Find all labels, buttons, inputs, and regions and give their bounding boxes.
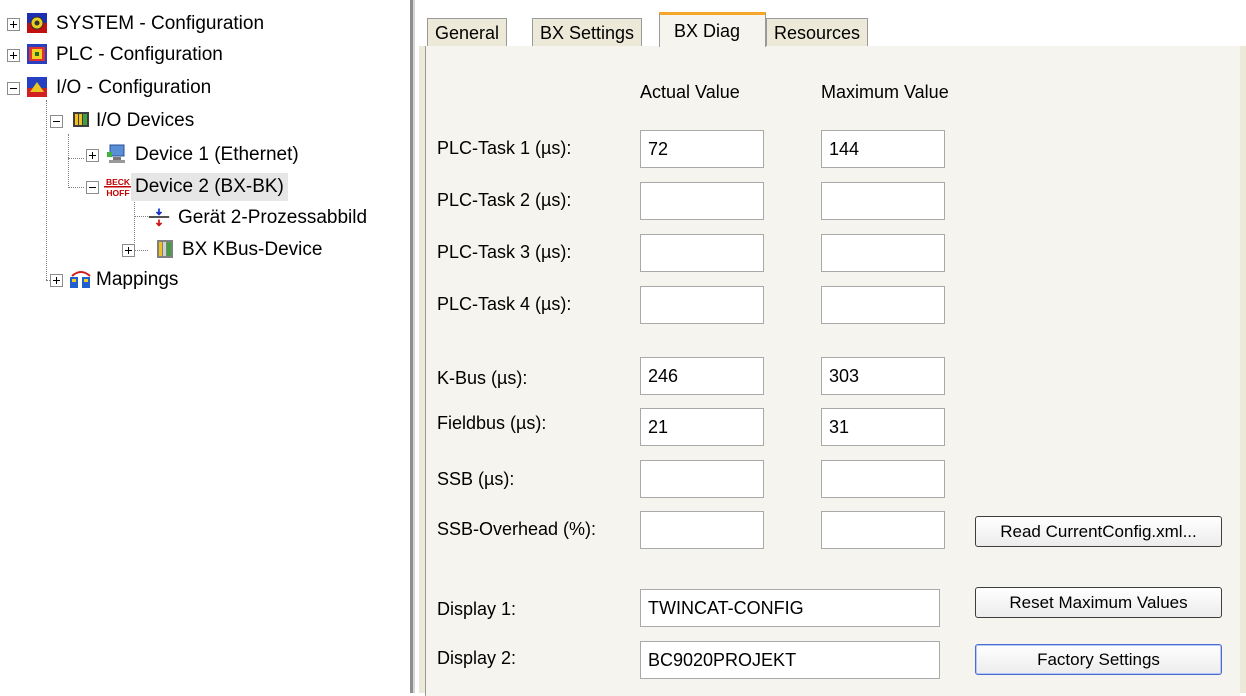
tab-bx-settings[interactable]: BX Settings bbox=[532, 18, 643, 46]
io-config-icon bbox=[27, 77, 47, 97]
plc-task3-actual-field[interactable] bbox=[640, 234, 764, 272]
ssb-overhead-actual-field[interactable] bbox=[640, 511, 764, 549]
actual-value-header: Actual Value bbox=[640, 82, 740, 102]
tree-item-label: I/O Devices bbox=[96, 110, 195, 131]
collapse-minus-icon[interactable] bbox=[7, 82, 20, 95]
kbus-label: K-Bus (µs): bbox=[437, 368, 528, 388]
fieldbus-max-field[interactable] bbox=[821, 408, 945, 446]
collapse-minus-icon[interactable] bbox=[86, 181, 99, 194]
tree-item-label: Device 2 (BX-BK) bbox=[131, 173, 288, 201]
tree-item-label: I/O - Configuration bbox=[56, 77, 212, 98]
plc-task1-max-field[interactable] bbox=[821, 130, 945, 168]
tree-item-io-devices[interactable]: I/O Devices bbox=[0, 107, 320, 135]
ethernet-device-icon bbox=[107, 144, 125, 163]
config-tree: SYSTEM - Configuration PLC - Configurati… bbox=[0, 0, 405, 693]
beckhoff-logo-icon: BECK HOFF bbox=[104, 177, 132, 198]
expand-plus-icon[interactable] bbox=[86, 149, 99, 162]
tree-item-plc[interactable]: PLC - Configuration bbox=[0, 41, 320, 69]
tree-item-device2[interactable]: BECK HOFF Device 2 (BX-BK) bbox=[0, 173, 360, 201]
expand-plus-icon[interactable] bbox=[7, 49, 20, 62]
ssb-overhead-label: SSB-Overhead (%): bbox=[437, 519, 597, 539]
pane-splitter[interactable] bbox=[405, 0, 419, 693]
tree-item-label: PLC - Configuration bbox=[56, 44, 223, 65]
reset-maximum-values-button[interactable]: Reset Maximum Values bbox=[975, 587, 1222, 618]
display2-field[interactable] bbox=[640, 641, 940, 679]
plc-task2-max-field[interactable] bbox=[821, 182, 945, 220]
tree-item-label: BX KBus-Device bbox=[182, 239, 323, 260]
expand-plus-icon[interactable] bbox=[122, 244, 135, 257]
tab-resources[interactable]: Resources bbox=[766, 18, 869, 46]
system-config-icon bbox=[27, 13, 47, 33]
ssb-actual-field[interactable] bbox=[640, 460, 764, 498]
fieldbus-label: Fieldbus (µs): bbox=[437, 413, 547, 433]
tree-item-io[interactable]: I/O - Configuration bbox=[0, 74, 320, 102]
read-current-config-button[interactable]: Read CurrentConfig.xml... bbox=[975, 516, 1222, 547]
process-image-icon bbox=[148, 208, 170, 227]
maximum-value-header: Maximum Value bbox=[821, 82, 949, 102]
tab-strip: General BX Settings BX Diag Resources bbox=[419, 0, 1246, 47]
tab-bx-diag[interactable]: BX Diag bbox=[659, 12, 766, 47]
tree-item-mappings[interactable]: Mappings bbox=[0, 266, 320, 294]
tree-item-label: Gerät 2-Prozessabbild bbox=[178, 207, 368, 228]
display2-label: Display 2: bbox=[437, 648, 517, 668]
kbus-max-field[interactable] bbox=[821, 357, 945, 395]
expand-plus-icon[interactable] bbox=[7, 18, 20, 31]
fieldbus-actual-field[interactable] bbox=[640, 408, 764, 446]
tree-item-label: SYSTEM - Configuration bbox=[56, 13, 265, 34]
ssb-overhead-max-field[interactable] bbox=[821, 511, 945, 549]
plc-task3-max-field[interactable] bbox=[821, 234, 945, 272]
plc-task4-max-field[interactable] bbox=[821, 286, 945, 324]
plc-task2-actual-field[interactable] bbox=[640, 182, 764, 220]
svg-text:BECK: BECK bbox=[106, 177, 131, 187]
display1-label: Display 1: bbox=[437, 599, 517, 619]
ssb-label: SSB (µs): bbox=[437, 469, 515, 489]
mappings-icon bbox=[70, 271, 91, 288]
plc-task4-label: PLC-Task 4 (µs): bbox=[437, 294, 572, 314]
bx-diag-page: Actual Value Maximum Value PLC-Task 1 (µ… bbox=[425, 46, 1240, 696]
tree-item-device1[interactable]: Device 1 (Ethernet) bbox=[0, 141, 360, 169]
plc-task3-label: PLC-Task 3 (µs): bbox=[437, 242, 572, 262]
tab-general[interactable]: General bbox=[427, 18, 508, 46]
expand-plus-icon[interactable] bbox=[50, 274, 63, 287]
properties-panel: General BX Settings BX Diag Resources Ac… bbox=[419, 0, 1246, 696]
ssb-max-field[interactable] bbox=[821, 460, 945, 498]
plc-task2-label: PLC-Task 2 (µs): bbox=[437, 190, 572, 210]
tree-item-kbus[interactable]: BX KBus-Device bbox=[0, 236, 360, 264]
tree-item-system[interactable]: SYSTEM - Configuration bbox=[0, 10, 320, 38]
kbus-actual-field[interactable] bbox=[640, 357, 764, 395]
collapse-minus-icon[interactable] bbox=[50, 115, 63, 128]
plc-task4-actual-field[interactable] bbox=[640, 286, 764, 324]
tree-item-label: Device 1 (Ethernet) bbox=[135, 144, 299, 165]
factory-settings-button[interactable]: Factory Settings bbox=[975, 644, 1222, 675]
plc-task1-label: PLC-Task 1 (µs): bbox=[437, 138, 572, 158]
svg-text:HOFF: HOFF bbox=[106, 188, 129, 198]
io-devices-icon bbox=[73, 112, 89, 127]
tree-item-label: Mappings bbox=[96, 269, 179, 290]
plc-task1-actual-field[interactable] bbox=[640, 130, 764, 168]
tree-item-process-image[interactable]: Gerät 2-Prozessabbild bbox=[0, 204, 405, 232]
kbus-device-icon bbox=[157, 240, 173, 258]
display1-field[interactable] bbox=[640, 589, 940, 627]
plc-config-icon bbox=[27, 44, 47, 64]
